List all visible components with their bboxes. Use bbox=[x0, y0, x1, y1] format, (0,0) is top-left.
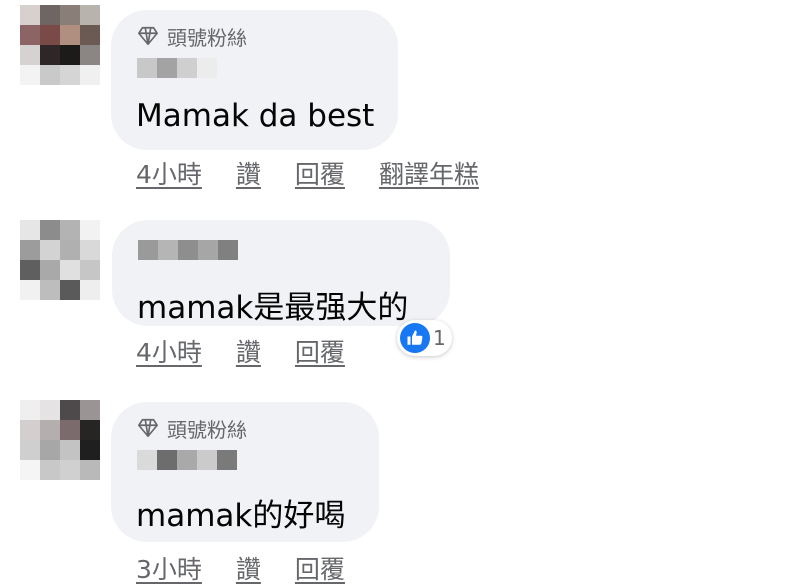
comment-3: 頭號粉絲 mamak的好喝 3小時 讚 回覆 bbox=[0, 390, 800, 587]
comment-text: mamak的好喝 bbox=[136, 498, 346, 534]
comment-text: mamak是最强大的 bbox=[137, 290, 409, 326]
comment-1: 頭號粉絲 Mamak da best 4小時 讚 回覆 翻譯年糕 bbox=[0, 0, 800, 190]
comment-actions: 4小時 讚 回覆 bbox=[136, 333, 345, 369]
timestamp-link[interactable]: 4小時 bbox=[136, 333, 202, 369]
diamond-icon bbox=[138, 418, 158, 438]
top-fan-badge: 頭號粉絲 bbox=[137, 416, 247, 442]
translate-button[interactable]: 翻譯年糕 bbox=[379, 155, 479, 191]
reaction-count: 1 bbox=[433, 326, 446, 350]
badge-label: 頭號粉絲 bbox=[167, 25, 247, 50]
diamond-icon bbox=[138, 26, 158, 46]
commenter-name[interactable] bbox=[138, 240, 238, 260]
comment-bubble: 頭號粉絲 Mamak da best bbox=[111, 10, 398, 150]
avatar[interactable] bbox=[20, 400, 100, 480]
badge-label: 頭號粉絲 bbox=[167, 417, 247, 442]
comment-bubble: mamak是最强大的 bbox=[112, 220, 450, 326]
commenter-name[interactable] bbox=[137, 450, 237, 470]
comment-text: Mamak da best bbox=[136, 98, 375, 134]
like-reaction-icon bbox=[400, 323, 430, 353]
avatar[interactable] bbox=[20, 220, 100, 300]
reaction-summary[interactable]: 1 bbox=[397, 320, 452, 356]
top-fan-badge: 頭號粉絲 bbox=[137, 24, 247, 50]
reply-button[interactable]: 回覆 bbox=[295, 155, 345, 191]
comment-actions: 4小時 讚 回覆 翻譯年糕 bbox=[136, 155, 479, 191]
comment-actions: 3小時 讚 回覆 bbox=[136, 550, 345, 586]
like-button[interactable]: 讚 bbox=[236, 550, 261, 586]
reply-button[interactable]: 回覆 bbox=[295, 550, 345, 586]
comment-bubble: 頭號粉絲 mamak的好喝 bbox=[111, 402, 379, 542]
reply-button[interactable]: 回覆 bbox=[295, 333, 345, 369]
like-button[interactable]: 讚 bbox=[236, 333, 261, 369]
commenter-name[interactable] bbox=[137, 58, 217, 78]
avatar[interactable] bbox=[20, 5, 100, 85]
timestamp-link[interactable]: 4小時 bbox=[136, 155, 202, 191]
comment-2: mamak是最强大的 1 4小時 讚 回覆 bbox=[0, 210, 800, 380]
timestamp-link[interactable]: 3小時 bbox=[136, 550, 202, 586]
like-button[interactable]: 讚 bbox=[236, 155, 261, 191]
